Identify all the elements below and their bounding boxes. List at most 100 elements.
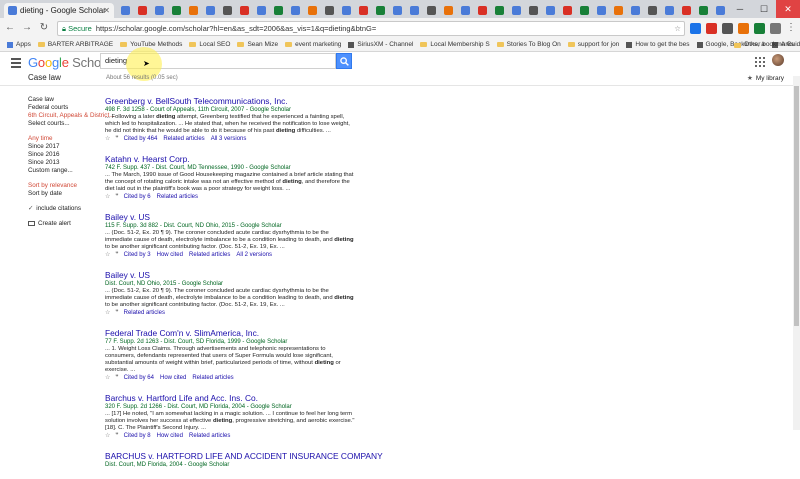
bookmark-item[interactable]: support for jon xyxy=(567,41,619,48)
page-scrollbar[interactable] xyxy=(793,76,800,430)
background-tab[interactable] xyxy=(407,3,422,18)
background-tab[interactable] xyxy=(220,3,235,18)
extension-icon[interactable] xyxy=(706,22,717,34)
menu-dots-icon[interactable]: ⋮ xyxy=(784,21,798,35)
background-tab[interactable] xyxy=(373,3,388,18)
extension-icon[interactable] xyxy=(722,22,733,34)
background-tab[interactable] xyxy=(169,3,184,18)
my-library-link[interactable]: ★ My library xyxy=(747,74,784,82)
result-action-link[interactable]: Related articles xyxy=(163,136,204,142)
save-star-icon[interactable]: ☆ xyxy=(105,252,110,258)
background-tab[interactable] xyxy=(560,3,575,18)
background-tab[interactable] xyxy=(628,3,643,18)
reload-icon[interactable]: ↻ xyxy=(37,21,51,35)
background-tab[interactable] xyxy=(543,3,558,18)
result-action-link[interactable]: All 3 versions xyxy=(211,136,247,142)
result-action-link[interactable]: How cited xyxy=(160,375,186,381)
bookmark-item[interactable]: How to get the bes xyxy=(626,41,690,48)
extension-icon[interactable] xyxy=(690,22,701,34)
bookmark-item[interactable]: Apps xyxy=(7,41,31,48)
search-button[interactable] xyxy=(336,53,352,69)
background-tab[interactable] xyxy=(594,3,609,18)
background-tab[interactable] xyxy=(288,3,303,18)
result-action-link[interactable]: Related articles xyxy=(124,310,165,316)
result-title-link[interactable]: Katahn v. Hearst Corp. xyxy=(105,154,365,164)
extension-icon[interactable] xyxy=(770,22,781,34)
back-arrow-icon[interactable]: ← xyxy=(3,21,17,35)
background-tab[interactable] xyxy=(509,3,524,18)
result-action-link[interactable]: Related articles xyxy=(157,194,198,200)
result-title-link[interactable]: BARCHUS v. HARTFORD LIFE AND ACCIDENT IN… xyxy=(105,451,383,461)
background-tab[interactable] xyxy=(118,3,133,18)
background-tab[interactable] xyxy=(475,3,490,18)
address-bar[interactable]: 🔒︎ Secure https://scholar.google.com/scho… xyxy=(57,20,685,36)
background-tab[interactable] xyxy=(271,3,286,18)
result-title-link[interactable]: Greenberg v. BellSouth Telecommunication… xyxy=(105,96,365,106)
result-title-link[interactable]: Bailey v. US xyxy=(105,212,365,222)
background-tab[interactable] xyxy=(713,3,728,18)
extension-icon[interactable] xyxy=(754,22,765,34)
minimize-icon[interactable]: ─ xyxy=(728,0,752,18)
include-citations-checkbox[interactable]: ✓ include citations xyxy=(28,205,88,213)
bookmark-star-icon[interactable]: ☆ xyxy=(674,22,681,35)
background-tab[interactable] xyxy=(679,3,694,18)
bookmark-item[interactable]: event marketing xyxy=(285,41,341,48)
sidebar-filter-option[interactable]: Since 2013 xyxy=(28,159,88,167)
save-star-icon[interactable]: ☆ xyxy=(105,136,110,142)
background-tab[interactable] xyxy=(254,3,269,18)
sidebar-filter-option[interactable]: Since 2017 xyxy=(28,143,88,151)
extension-icon[interactable] xyxy=(738,22,749,34)
result-action-link[interactable]: All 2 versions xyxy=(236,252,272,258)
background-tab[interactable] xyxy=(492,3,507,18)
background-tab[interactable] xyxy=(203,3,218,18)
background-tab[interactable] xyxy=(152,3,167,18)
save-star-icon[interactable]: ☆ xyxy=(105,310,110,316)
save-star-icon[interactable]: ☆ xyxy=(105,194,110,200)
bookmark-item[interactable]: Local Membership S xyxy=(420,41,490,48)
bookmark-item[interactable]: BARTER ARBITRAGE xyxy=(37,41,113,48)
tab-active[interactable]: dieting - Google Scholar ✕ xyxy=(4,3,114,18)
background-tab[interactable] xyxy=(390,3,405,18)
forward-arrow-icon[interactable]: → xyxy=(20,21,34,35)
background-tab[interactable] xyxy=(237,3,252,18)
sidebar-filter-option[interactable]: Since 2016 xyxy=(28,151,88,159)
cite-quote-icon[interactable]: ❞ xyxy=(115,136,118,142)
result-title-link[interactable]: Barchus v. Hartford Life and Acc. Ins. C… xyxy=(105,393,365,403)
background-tab[interactable] xyxy=(356,3,371,18)
cite-quote-icon[interactable]: ❞ xyxy=(115,310,118,316)
background-tab[interactable] xyxy=(662,3,677,18)
background-tab[interactable] xyxy=(645,3,660,18)
result-action-link[interactable]: Related articles xyxy=(192,375,233,381)
bookmark-item[interactable]: Local SEO xyxy=(189,41,230,48)
result-action-link[interactable]: Related articles xyxy=(189,252,230,258)
bookmark-item[interactable]: SiriusXM - Channel xyxy=(348,41,413,48)
bookmark-item[interactable]: Stories To Blog On xyxy=(496,41,561,48)
sidebar-filter-option[interactable]: Select courts... xyxy=(28,120,88,128)
background-tab[interactable] xyxy=(339,3,354,18)
cite-quote-icon[interactable]: ❞ xyxy=(115,252,118,258)
background-tab[interactable] xyxy=(186,3,201,18)
result-action-link[interactable]: How cited xyxy=(157,252,183,258)
bookmark-item[interactable]: Sean Mize xyxy=(237,41,278,48)
scrollbar-thumb[interactable] xyxy=(794,86,799,326)
tab-close-icon[interactable]: ✕ xyxy=(103,3,110,18)
sidebar-filter-option[interactable]: Any time xyxy=(28,135,88,143)
cite-quote-icon[interactable]: ❞ xyxy=(115,375,118,381)
create-alert-link[interactable]: Create alert xyxy=(28,220,88,228)
result-title-link[interactable]: Bailey v. US xyxy=(105,270,365,280)
avatar[interactable] xyxy=(772,54,784,66)
sidebar-filter-option[interactable]: Case law xyxy=(28,96,88,104)
result-action-link[interactable]: Related articles xyxy=(189,433,230,439)
sidebar-filter-option[interactable]: Sort by date xyxy=(28,190,88,198)
background-tab[interactable] xyxy=(322,3,337,18)
maximize-icon[interactable]: ☐ xyxy=(752,0,776,18)
other-bookmarks[interactable]: Other bookmarks xyxy=(734,38,794,51)
sidebar-filter-option[interactable]: Custom range... xyxy=(28,167,88,175)
save-star-icon[interactable]: ☆ xyxy=(105,433,110,439)
cite-quote-icon[interactable]: ❞ xyxy=(115,433,118,439)
result-action-link[interactable]: Cited by 8 xyxy=(124,433,151,439)
background-tab[interactable] xyxy=(458,3,473,18)
background-tab[interactable] xyxy=(526,3,541,18)
hamburger-menu-icon[interactable] xyxy=(11,58,21,68)
save-star-icon[interactable]: ☆ xyxy=(105,375,110,381)
